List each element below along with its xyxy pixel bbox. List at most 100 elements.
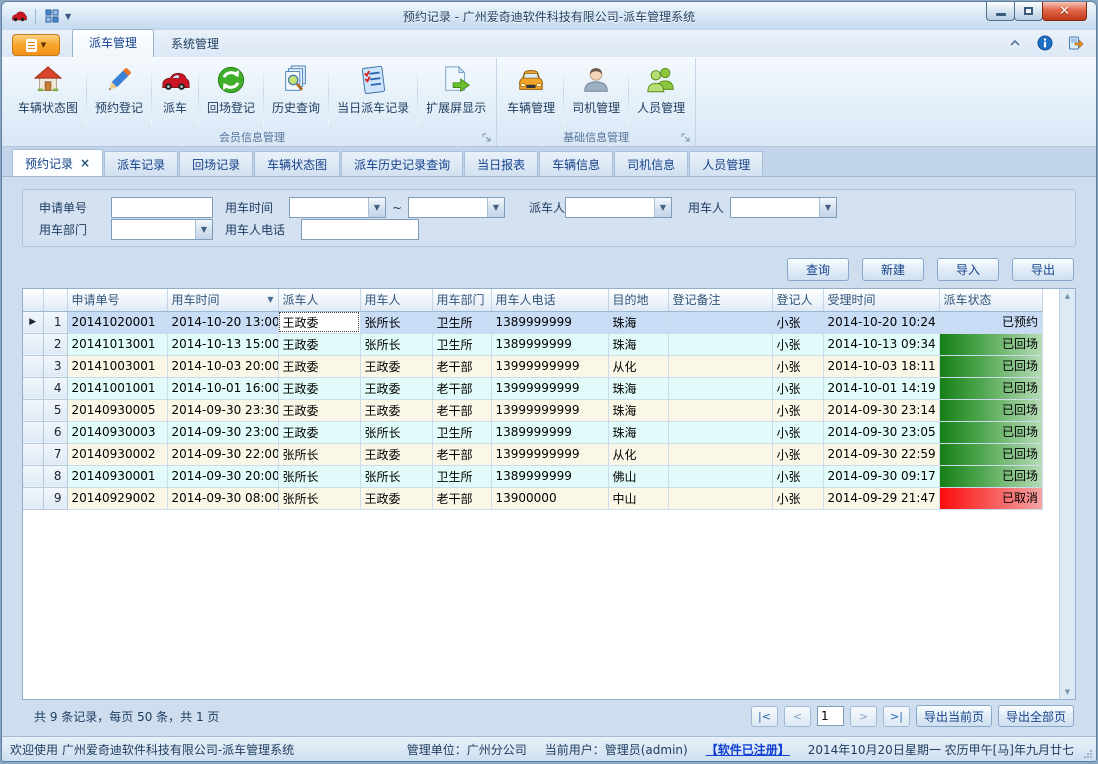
column-header[interactable]: 用车部门 [432, 289, 491, 311]
cell[interactable]: 2014-10-20 10:24 [823, 311, 939, 333]
cell[interactable]: 珠海 [608, 377, 668, 399]
ribbon-button-people[interactable]: 人员管理 [630, 60, 692, 128]
cell[interactable]: 20141020001 [67, 311, 167, 333]
chevron-down-icon[interactable]: ▼ [368, 198, 385, 217]
cell[interactable]: 王政委 [360, 443, 432, 465]
cell[interactable] [668, 465, 772, 487]
cell[interactable]: 老干部 [432, 443, 491, 465]
column-header[interactable]: 目的地 [608, 289, 668, 311]
cell[interactable]: 佛山 [608, 465, 668, 487]
dialog-launcher-icon[interactable] [681, 133, 691, 143]
ribbon-tab-dispatch[interactable]: 派车管理 [72, 29, 154, 57]
cell[interactable]: 王政委 [360, 487, 432, 509]
ribbon-button-checklist[interactable]: 当日派车记录 [330, 60, 416, 128]
cell[interactable]: 从化 [608, 443, 668, 465]
cell[interactable]: 张所长 [278, 487, 360, 509]
cell[interactable]: 2014-10-01 16:00 [167, 377, 278, 399]
cell[interactable] [668, 377, 772, 399]
title-bar[interactable]: ▼ 预约记录 - 广州爱奇迪软件科技有限公司-派车管理系统 ✕ [2, 2, 1096, 30]
new-button[interactable]: 新建 [862, 258, 924, 281]
column-header[interactable]: 用车时间▼ [167, 289, 278, 311]
column-header[interactable]: 用车人电话 [491, 289, 608, 311]
doc-tab-3[interactable]: 回场记录 [179, 151, 253, 176]
cell[interactable]: 2014-10-03 20:00 [167, 355, 278, 377]
cell-status[interactable]: 已预约 [939, 311, 1043, 333]
cell[interactable]: 2014-09-30 23:00 [167, 421, 278, 443]
prev-page-button[interactable]: < [784, 706, 811, 727]
column-header[interactable]: 用车人 [360, 289, 432, 311]
close-tab-icon[interactable]: × [80, 156, 90, 170]
use-time-from-combobox[interactable]: ▼ [289, 197, 386, 218]
last-page-button[interactable]: >| [883, 706, 910, 727]
scroll-up-icon[interactable]: ▲ [1065, 292, 1070, 300]
cell[interactable] [668, 355, 772, 377]
cell[interactable]: 13999999999 [491, 377, 608, 399]
user-combobox[interactable]: ▼ [730, 197, 837, 218]
dispatcher-combobox[interactable]: ▼ [565, 197, 672, 218]
cell[interactable]: 王政委 [360, 355, 432, 377]
next-page-button[interactable]: > [850, 706, 877, 727]
phone-input[interactable] [301, 219, 419, 240]
cell[interactable]: 2014-09-30 23:30 [167, 399, 278, 421]
cell[interactable]: 2014-10-13 09:34 [823, 333, 939, 355]
cell[interactable] [668, 487, 772, 509]
exit-icon[interactable] [1068, 35, 1084, 51]
cell[interactable]: 13999999999 [491, 399, 608, 421]
cell[interactable]: 2014-10-13 15:00 [167, 333, 278, 355]
scroll-down-icon[interactable]: ▼ [1065, 688, 1070, 696]
cell[interactable]: 王政委 [278, 399, 360, 421]
cell[interactable]: 20140930002 [67, 443, 167, 465]
table-row[interactable]: 4201410010012014-10-01 16:00王政委王政委老干部139… [23, 377, 1043, 399]
cell-status[interactable]: 已回场 [939, 465, 1043, 487]
cell[interactable]: 中山 [608, 487, 668, 509]
import-button[interactable]: 导入 [937, 258, 999, 281]
doc-tab-1[interactable]: 预约记录× [12, 149, 103, 176]
chevron-down-icon[interactable]: ▼ [654, 198, 671, 217]
ribbon-button-house[interactable]: 车辆状态图 [11, 60, 85, 128]
cell-status[interactable]: 已回场 [939, 333, 1043, 355]
cell[interactable]: 卫生所 [432, 465, 491, 487]
table-row[interactable]: 6201409300032014-09-30 23:00王政委张所长卫生所138… [23, 421, 1043, 443]
cell[interactable] [668, 421, 772, 443]
close-button[interactable]: ✕ [1042, 2, 1087, 21]
cell[interactable]: 小张 [772, 377, 823, 399]
export-current-page-button[interactable]: 导出当前页 [916, 705, 992, 727]
minimize-button[interactable] [986, 2, 1015, 21]
chevron-down-icon[interactable]: ▼ [65, 12, 71, 21]
ribbon-button-search-docs[interactable]: 历史查询 [265, 60, 327, 128]
table-row[interactable]: 9201409290022014-09-30 08:00张所长王政委老干部139… [23, 487, 1043, 509]
ribbon-button-recycle[interactable]: 回场登记 [200, 60, 262, 128]
cell[interactable]: 2014-09-30 23:05 [823, 421, 939, 443]
cell[interactable]: 2014-10-20 13:00 [167, 311, 278, 333]
cell[interactable]: 13999999999 [491, 443, 608, 465]
cell[interactable]: 小张 [772, 487, 823, 509]
column-header[interactable]: 受理时间 [823, 289, 939, 311]
cell[interactable]: 老干部 [432, 377, 491, 399]
department-input[interactable] [112, 220, 195, 239]
cell[interactable]: 2014-09-30 20:00 [167, 465, 278, 487]
ribbon-button-screen-doc[interactable]: 扩展屏显示 [419, 60, 493, 128]
doc-tab-2[interactable]: 派车记录 [104, 151, 178, 176]
cell[interactable]: 卫生所 [432, 421, 491, 443]
cell[interactable] [668, 443, 772, 465]
chevron-down-icon[interactable]: ▼ [487, 198, 504, 217]
layout-grid-icon[interactable] [44, 8, 60, 24]
ribbon-button-red-car[interactable]: 派车 [153, 60, 197, 128]
cell[interactable]: 珠海 [608, 311, 668, 333]
cell[interactable] [668, 311, 772, 333]
export-button[interactable]: 导出 [1012, 258, 1074, 281]
table-row[interactable]: 7201409300022014-09-30 22:00张所长王政委老干部139… [23, 443, 1043, 465]
cell[interactable]: 20141003001 [67, 355, 167, 377]
chevron-down-icon[interactable]: ▼ [195, 220, 212, 239]
resize-grip[interactable] [1084, 749, 1093, 758]
cell[interactable]: 2014-09-30 22:59 [823, 443, 939, 465]
cell-status[interactable]: 已取消 [939, 487, 1043, 509]
cell[interactable]: 王政委 [278, 377, 360, 399]
cell[interactable]: 2014-09-30 09:17 [823, 465, 939, 487]
table-row[interactable]: 8201409300012014-09-30 20:00张所长张所长卫生所138… [23, 465, 1043, 487]
vertical-scrollbar[interactable]: ▲ ▼ [1059, 289, 1075, 699]
cell[interactable]: 珠海 [608, 421, 668, 443]
cell[interactable]: 2014-09-30 23:14 [823, 399, 939, 421]
doc-tab-4[interactable]: 车辆状态图 [254, 151, 340, 176]
cell[interactable]: 小张 [772, 465, 823, 487]
